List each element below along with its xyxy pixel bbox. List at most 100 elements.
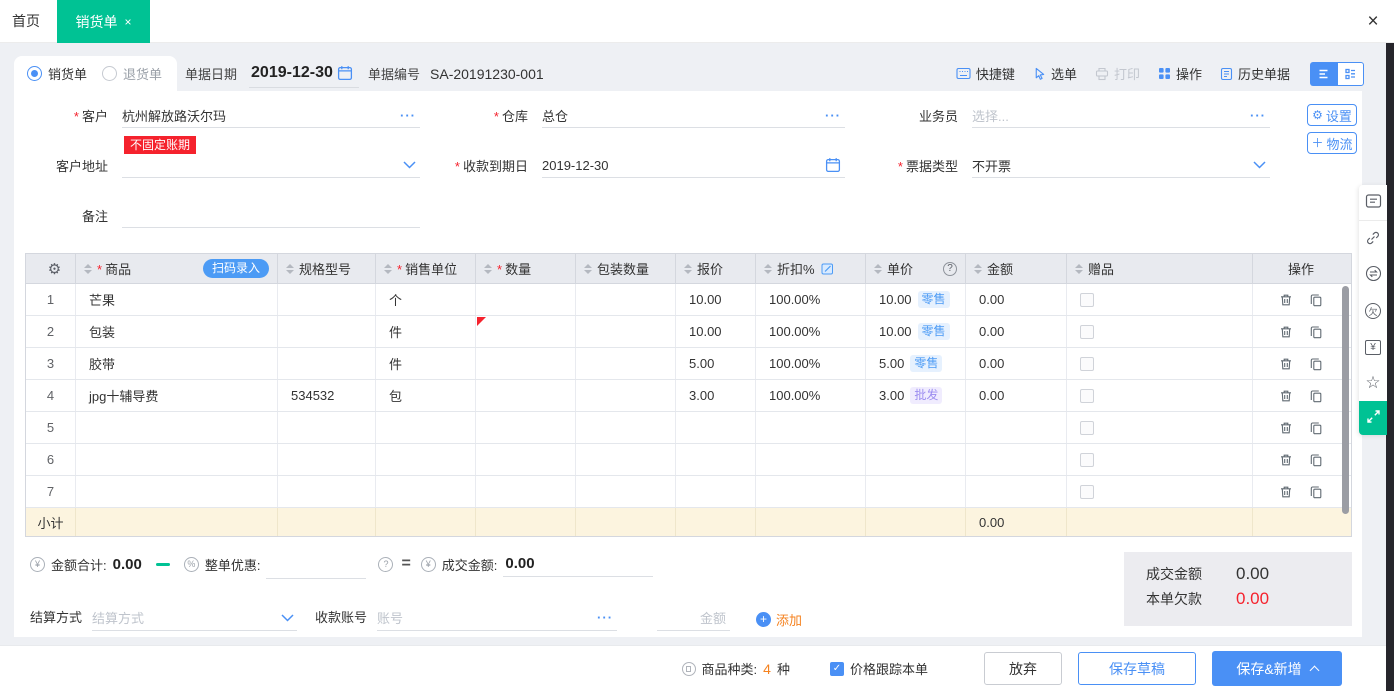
qty-cell[interactable] bbox=[476, 284, 576, 315]
spec-cell[interactable]: 534532 bbox=[278, 380, 376, 411]
help-circle-icon[interactable]: ? bbox=[378, 557, 393, 572]
quote-cell[interactable] bbox=[676, 476, 756, 507]
unit-cell[interactable] bbox=[376, 444, 476, 475]
copy-row-icon[interactable] bbox=[1309, 485, 1323, 499]
pack-qty-cell[interactable] bbox=[576, 316, 676, 347]
calendar-icon[interactable] bbox=[337, 65, 357, 81]
delete-row-icon[interactable] bbox=[1279, 453, 1293, 467]
salesman-more-icon[interactable] bbox=[1250, 108, 1270, 123]
quote-cell[interactable]: 10.00 bbox=[676, 316, 756, 347]
spec-cell[interactable] bbox=[278, 284, 376, 315]
quote-cell[interactable]: 3.00 bbox=[676, 380, 756, 411]
toolbar-action-history[interactable]: 历史单据 bbox=[1220, 64, 1290, 83]
address-input[interactable] bbox=[122, 153, 420, 178]
chevron-down-icon[interactable] bbox=[1253, 161, 1270, 169]
sort-icon[interactable] bbox=[384, 264, 392, 274]
qty-cell[interactable] bbox=[476, 412, 576, 443]
price-cell[interactable] bbox=[866, 412, 966, 443]
product-cell[interactable] bbox=[76, 412, 278, 443]
sort-icon[interactable] bbox=[484, 264, 492, 274]
sort-icon[interactable] bbox=[974, 264, 982, 274]
account-more-icon[interactable] bbox=[597, 610, 617, 625]
save-and-new-button[interactable]: 保存&新增 bbox=[1212, 651, 1342, 686]
spec-cell[interactable] bbox=[278, 316, 376, 347]
discount-cell[interactable] bbox=[756, 476, 866, 507]
unit-cell[interactable] bbox=[376, 412, 476, 443]
abandon-button[interactable]: 放弃 bbox=[984, 652, 1062, 685]
copy-row-icon[interactable] bbox=[1309, 293, 1323, 307]
rail-item-cash[interactable]: ¥ bbox=[1359, 329, 1387, 365]
discount-cell[interactable]: 100.00% bbox=[756, 380, 866, 411]
gift-checkbox[interactable] bbox=[1080, 421, 1094, 435]
spec-cell[interactable] bbox=[278, 412, 376, 443]
qty-cell[interactable] bbox=[476, 316, 576, 347]
quote-cell[interactable] bbox=[676, 412, 756, 443]
delete-row-icon[interactable] bbox=[1279, 357, 1293, 371]
price-cell[interactable]: 10.00零售 bbox=[866, 284, 966, 315]
final-amount-input[interactable]: 0.00 bbox=[503, 551, 653, 577]
unit-cell[interactable]: 件 bbox=[376, 348, 476, 379]
gift-checkbox[interactable] bbox=[1080, 389, 1094, 403]
product-cell[interactable] bbox=[76, 444, 278, 475]
sort-icon[interactable] bbox=[584, 264, 592, 274]
qty-cell[interactable] bbox=[476, 348, 576, 379]
unit-cell[interactable]: 包 bbox=[376, 380, 476, 411]
gift-checkbox[interactable] bbox=[1080, 325, 1094, 339]
column-settings-icon[interactable]: ⚙ bbox=[48, 260, 61, 278]
discount-cell[interactable] bbox=[756, 444, 866, 475]
pack-qty-cell[interactable] bbox=[576, 444, 676, 475]
quote-cell[interactable]: 5.00 bbox=[676, 348, 756, 379]
delete-row-icon[interactable] bbox=[1279, 485, 1293, 499]
copy-row-icon[interactable] bbox=[1309, 357, 1323, 371]
delete-row-icon[interactable] bbox=[1279, 421, 1293, 435]
qty-cell[interactable] bbox=[476, 444, 576, 475]
salesman-input[interactable]: 选择... bbox=[972, 103, 1270, 128]
price-cell[interactable]: 3.00批发 bbox=[866, 380, 966, 411]
sort-icon[interactable] bbox=[764, 264, 772, 274]
spec-cell[interactable] bbox=[278, 348, 376, 379]
tab-close-icon[interactable]: × bbox=[124, 16, 131, 28]
product-cell[interactable]: 芒果 bbox=[76, 284, 278, 315]
copy-row-icon[interactable] bbox=[1309, 325, 1323, 339]
price-help-icon[interactable]: ? bbox=[943, 262, 957, 276]
discount-cell[interactable] bbox=[756, 412, 866, 443]
warehouse-more-icon[interactable] bbox=[825, 108, 845, 123]
gift-checkbox[interactable] bbox=[1080, 453, 1094, 467]
settle-method-select[interactable]: 结算方式 bbox=[92, 605, 297, 631]
spec-cell[interactable] bbox=[278, 476, 376, 507]
product-cell[interactable]: jpg十辅导费 bbox=[76, 380, 278, 411]
rail-item-expand[interactable] bbox=[1359, 401, 1387, 435]
rail-item-debt[interactable]: 欠 bbox=[1359, 293, 1387, 329]
discount-cell[interactable]: 100.00% bbox=[756, 284, 866, 315]
due-date-input[interactable]: 2019-12-30 bbox=[542, 153, 845, 178]
scan-input-button[interactable]: 扫码录入 bbox=[203, 259, 269, 278]
toolbar-action-grid[interactable]: 操作 bbox=[1158, 64, 1202, 83]
customer-input[interactable]: 杭州解放路沃尔玛 bbox=[122, 103, 420, 128]
window-close-icon[interactable]: × bbox=[1361, 10, 1385, 34]
copy-row-icon[interactable] bbox=[1309, 389, 1323, 403]
remark-input[interactable] bbox=[122, 203, 420, 228]
logistics-button[interactable]: ＋物流 bbox=[1307, 132, 1357, 154]
toolbar-action-cursor[interactable]: 选单 bbox=[1033, 64, 1077, 83]
sort-icon[interactable] bbox=[84, 264, 92, 274]
copy-row-icon[interactable] bbox=[1309, 421, 1323, 435]
delete-row-icon[interactable] bbox=[1279, 293, 1293, 307]
copy-row-icon[interactable] bbox=[1309, 453, 1323, 467]
gift-checkbox[interactable] bbox=[1080, 293, 1094, 307]
rail-item-star[interactable]: ☆ bbox=[1359, 365, 1387, 401]
invoice-type-input[interactable]: 不开票 bbox=[972, 153, 1270, 178]
gift-checkbox[interactable] bbox=[1080, 485, 1094, 499]
form-view-button[interactable] bbox=[1337, 62, 1364, 86]
pack-qty-cell[interactable] bbox=[576, 380, 676, 411]
discount-cell[interactable]: 100.00% bbox=[756, 316, 866, 347]
radio-return-order[interactable] bbox=[102, 66, 117, 81]
list-view-button[interactable] bbox=[1310, 62, 1337, 86]
delete-row-icon[interactable] bbox=[1279, 389, 1293, 403]
pack-qty-cell[interactable] bbox=[576, 348, 676, 379]
table-scrollbar[interactable] bbox=[1342, 286, 1349, 514]
add-payment-button[interactable]: + 添加 bbox=[756, 610, 802, 629]
settings-button[interactable]: ⚙设置 bbox=[1307, 104, 1357, 126]
doc-date-field[interactable]: 2019-12-30 bbox=[249, 60, 359, 88]
rail-item-transfer[interactable] bbox=[1359, 257, 1387, 293]
qty-cell[interactable] bbox=[476, 380, 576, 411]
